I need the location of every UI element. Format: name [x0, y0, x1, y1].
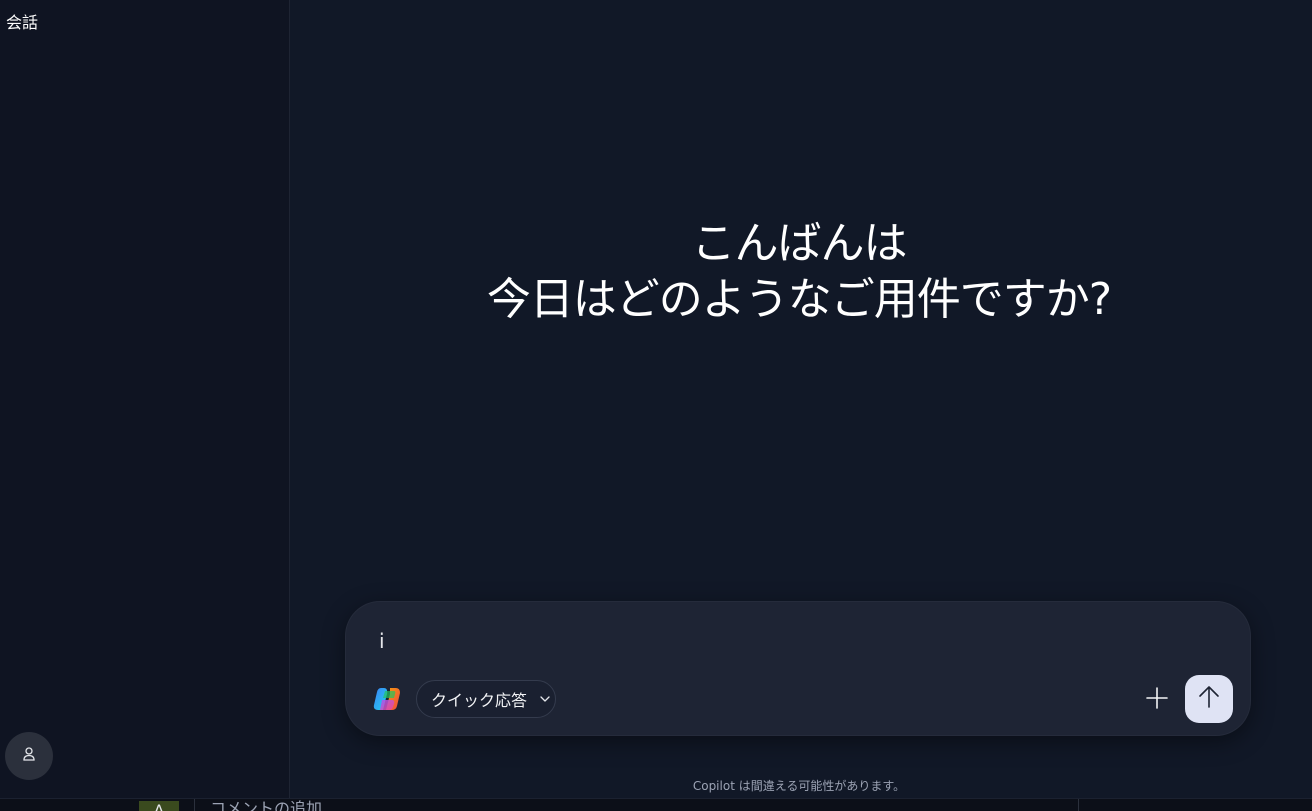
- divider: [194, 799, 195, 811]
- greeting-line-2: 今日はどのようなご用件ですか?: [486, 274, 1112, 325]
- send-button[interactable]: [1185, 675, 1233, 723]
- arrow-up-icon: [1197, 685, 1221, 713]
- message-input[interactable]: [379, 626, 1139, 656]
- add-comment-text[interactable]: コメントの追加: [210, 799, 322, 811]
- copilot-logo-icon: [372, 684, 402, 714]
- sidebar-title-conversations[interactable]: 会話: [6, 9, 38, 33]
- response-mode-label: クイック応答: [431, 691, 528, 710]
- disclaimer: Copilot は間違える可能性があります。: [692, 779, 906, 793]
- message-composer: クイック応答: [346, 602, 1250, 735]
- greeting: こんばんは 今日はどのようなご用件ですか?: [291, 216, 1307, 328]
- response-mode-selector[interactable]: クイック応答: [416, 680, 556, 718]
- person-icon: [21, 746, 37, 766]
- avatar: A: [139, 801, 179, 811]
- sidebar: 会話: [0, 0, 290, 798]
- background-window-strip: A コメントの追加: [0, 798, 1312, 811]
- copilot-app: 会話 こんばんは 今日はどのようなご用件ですか? i クイック応答 Copilo…: [0, 0, 1312, 811]
- divider: [1078, 799, 1079, 811]
- greeting-line-1: こんばんは: [691, 218, 908, 269]
- chevron-down-icon: [539, 693, 551, 705]
- add-attachment-button[interactable]: [1139, 682, 1175, 718]
- profile-button[interactable]: [5, 732, 53, 780]
- plus-icon: [1146, 687, 1168, 713]
- main-panel: こんばんは 今日はどのようなご用件ですか? i クイック応答 Copilot は…: [291, 0, 1312, 798]
